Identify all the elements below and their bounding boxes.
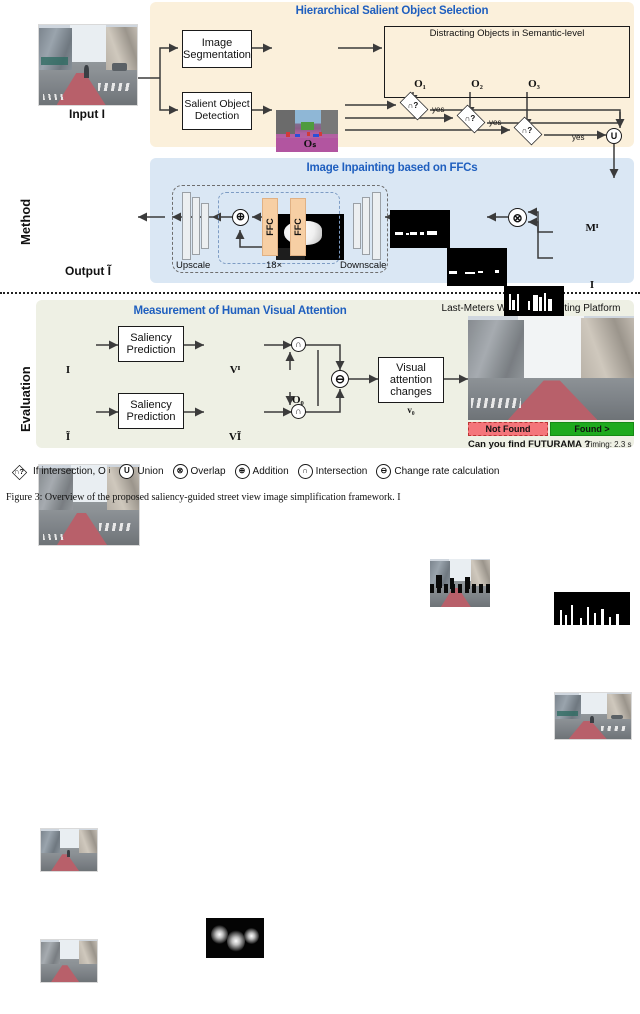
legend-item-addition: ⊕ Addition [234, 463, 289, 479]
visual-attention-changes-box: Visual attention changes [378, 357, 444, 403]
saliency-prediction-box-bottom: Saliency Prediction [118, 393, 184, 429]
distracting-mask-3-label: O₃ [528, 78, 540, 90]
eval-input-image-top [40, 828, 98, 872]
ffc-block-2: FFC [290, 198, 306, 256]
timing-value: Timing: 2.3 s [586, 440, 632, 449]
found-button[interactable]: Found > [550, 422, 634, 436]
evaluation-title: Measurement of Human Visual Attention [133, 305, 347, 317]
repeat-count-label: 18× [266, 260, 283, 271]
upscale-slab-1 [182, 192, 191, 260]
wayfinding-question: Can you find FUTURAMA ? [468, 439, 591, 450]
intersection-icon: ∩ [297, 463, 313, 479]
masked-street-image [430, 559, 490, 607]
upscale-label: Upscale [176, 260, 211, 271]
side-label-evaluation: Evaluation [18, 366, 33, 432]
distracting-mask-1-label: O₁ [414, 78, 426, 90]
legend: ∩? If intersection, Oi U Union ⊗ Overlap… [8, 459, 636, 483]
legend-label-union: Union [137, 465, 164, 477]
decision-diamond-1: ∩? [396, 91, 430, 121]
legend-label-if-intersection: If intersection, O [33, 465, 106, 477]
object-mask-o0-label: O₀ [292, 394, 304, 406]
legend-item-change-rate: ⊖ Change rate calculation [376, 463, 500, 479]
downscale-label: Downscale [340, 260, 387, 271]
side-label-method: Method [18, 198, 33, 245]
decision-diamond-2: ∩? [453, 104, 487, 134]
binary-mask-label: Mᴵ [585, 222, 599, 234]
legend-sub-if-intersection: i [108, 467, 111, 475]
ffc-block-outline [218, 192, 340, 264]
addition-operator: ⊕ [232, 209, 249, 226]
legend-label-addition: Addition [252, 465, 289, 477]
image-segmentation-box: Image Segmentation [182, 30, 252, 68]
distracting-mask-2-label: O₂ [471, 78, 483, 90]
inpaint-input-image [554, 692, 632, 740]
change-rate-operator: ⊖ [331, 370, 349, 388]
input-image-label: Input I [69, 107, 105, 121]
distracting-mask-1 [390, 210, 450, 248]
legend-item-if-intersection: ∩? If intersection, Oi [8, 464, 111, 480]
saliency-map-top [206, 918, 264, 958]
not-found-button[interactable]: Not Found [468, 422, 548, 436]
saliency-prediction-box-top: Saliency Prediction [118, 326, 184, 362]
upscale-slab-2 [192, 197, 200, 255]
hsos-title: Hierarchical Salient Object Selection [295, 5, 489, 17]
figure-root: Method Evaluation Hierarchical Salient O… [0, 0, 640, 983]
salient-object-detection-box: Salient Object Detection [182, 92, 252, 130]
inpainting-title: Image Inpainting based on FFCs [306, 162, 478, 174]
intersection-operator-bottom: ∩ [291, 404, 306, 419]
legend-label-overlap: Overlap [190, 465, 226, 477]
downscale-slab-3 [372, 192, 381, 260]
addition-icon: ⊕ [234, 463, 250, 479]
legend-label-change-rate: Change rate calculation [394, 465, 500, 477]
downscale-slab-1 [353, 203, 361, 249]
input-image-thumbnail [38, 24, 138, 106]
saliency-map-label-top: Vᴵ [229, 364, 241, 376]
binary-mask-image [554, 592, 630, 636]
legend-item-overlap: ⊗ Overlap [172, 463, 226, 479]
legend-item-intersection: ∩ Intersection [297, 463, 368, 479]
intersection-operator-top: ∩ [291, 337, 306, 352]
wayfinding-platform-view [468, 316, 634, 420]
overlap-icon: ⊗ [172, 463, 188, 479]
overlap-operator: ⊗ [508, 208, 527, 227]
if-intersection-icon: ∩? [8, 464, 30, 480]
decision-diamond-3: ∩? [510, 116, 544, 146]
visual-attention-symbol: v₀ [407, 405, 415, 415]
inpaint-input-label: I [589, 279, 595, 291]
change-rate-icon: ⊖ [376, 463, 392, 479]
eval-input-label-bottom: Ĩ [65, 431, 71, 443]
downscale-slab-2 [362, 197, 370, 255]
decision-yes-3: yes [572, 133, 585, 142]
union-icon: U [119, 463, 135, 479]
legend-label-intersection: Intersection [315, 465, 368, 477]
output-image-label: Output Ĩ [65, 264, 111, 278]
legend-item-union: U Union [119, 463, 164, 479]
union-operator: U [606, 128, 622, 144]
ffc-block-1: FFC [262, 198, 278, 256]
eval-input-label-top: I [65, 364, 71, 376]
decision-yes-2: yes [489, 118, 502, 127]
upscale-slab-3 [201, 203, 209, 249]
distracting-objects-title: Distracting Objects in Semantic-level [429, 28, 585, 39]
salient-object-mask-label: Oₛ [303, 138, 317, 150]
figure-caption: Figure 3: Overview of the proposed salie… [6, 492, 401, 503]
decision-yes-1: yes [432, 105, 445, 114]
saliency-map-label-bottom: VĨ [228, 431, 242, 443]
eval-input-image-bottom [40, 939, 98, 983]
distracting-mask-2 [447, 248, 507, 286]
